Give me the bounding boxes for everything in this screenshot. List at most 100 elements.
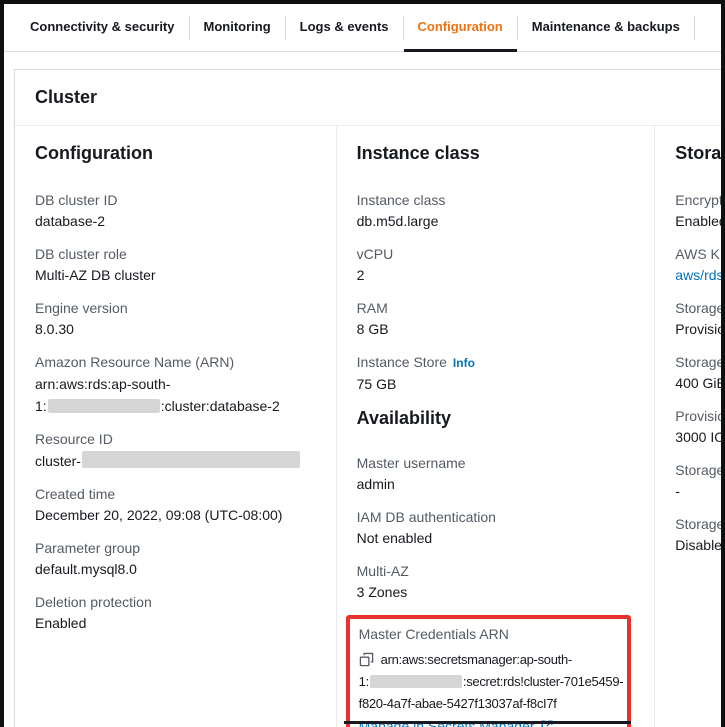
value-text: cluster- bbox=[35, 453, 81, 469]
field-label: Created time bbox=[35, 484, 316, 505]
field-label: Parameter group bbox=[35, 538, 316, 559]
field-value-line: 1: :cluster:database-2 bbox=[35, 395, 316, 417]
copy-icon[interactable] bbox=[359, 652, 374, 667]
value-text: :secret:rds!cluster-701e5459- bbox=[463, 674, 623, 689]
field-value: Multi-AZ DB cluster bbox=[35, 265, 316, 286]
field-label-text: Deletion protection bbox=[35, 594, 152, 610]
field-label: Resource ID bbox=[35, 429, 316, 450]
field-label-text: vCPU bbox=[357, 246, 394, 262]
cropped-divider-line bbox=[344, 721, 631, 724]
field-resource-id: Resource ID cluster- bbox=[35, 429, 316, 472]
field-amazon-resource-name: Amazon Resource Name (ARN)arn:aws:rds:ap… bbox=[35, 352, 316, 417]
field-value: Enabled bbox=[675, 211, 725, 232]
field-label: DB cluster role bbox=[35, 244, 316, 265]
column-storage: Storage Encryption Enabled AWS KMS key aws/r… bbox=[655, 126, 725, 727]
field-label: Multi-AZ bbox=[357, 561, 635, 582]
column-instance-class: Instance classInstance classdb.m5d.large… bbox=[337, 126, 656, 727]
field-value: Enabled bbox=[35, 613, 316, 634]
field-label: Engine version bbox=[35, 298, 316, 319]
field-label-text: Master Credentials ARN bbox=[359, 626, 509, 642]
field-value-line: f820-4a7f-abae-5427f13037af-f8cI7f bbox=[359, 693, 619, 715]
field-label-text: RAM bbox=[357, 300, 388, 316]
column-configuration: ConfigurationDB cluster IDdatabase-2DB c… bbox=[15, 126, 337, 727]
page-content: Cluster ConfigurationDB cluster IDdataba… bbox=[4, 52, 721, 727]
cluster-panel-header: Cluster bbox=[15, 70, 725, 126]
cluster-panel-body: ConfigurationDB cluster IDdatabase-2DB c… bbox=[15, 126, 725, 727]
field-value: admin bbox=[357, 474, 635, 495]
field-ram: RAM 8 GB bbox=[357, 298, 635, 340]
field-value: default.mysql8.0 bbox=[35, 559, 316, 580]
detail-tabs: Connectivity & securityMonitoringLogs & … bbox=[4, 4, 721, 52]
field-label-text: Parameter group bbox=[35, 540, 140, 556]
field-label: Encryption bbox=[675, 190, 725, 211]
field-iam-db-authentication: IAM DB authentication Not enabled bbox=[357, 507, 635, 549]
section-heading-availability: Availability bbox=[357, 407, 635, 429]
value-text: :cluster:database-2 bbox=[161, 398, 280, 414]
field-storage-throughput: Storage throughput - bbox=[675, 460, 725, 502]
field-label: Instance class bbox=[357, 190, 635, 211]
field-label: Storage autoscaling bbox=[675, 514, 725, 535]
tab-monitoring[interactable]: Monitoring bbox=[190, 4, 285, 52]
field-created-time: Created time December 20, 2022, 09:08 (UT… bbox=[35, 484, 316, 526]
rds-configuration-page: Connectivity & securityMonitoringLogs & … bbox=[0, 0, 725, 727]
redacted-value bbox=[82, 451, 300, 468]
field-value: Not enabled bbox=[357, 528, 635, 549]
field-parameter-group: Parameter group default.mysql8.0 bbox=[35, 538, 316, 580]
field-label-text: Storage throughput bbox=[675, 462, 725, 478]
field-storage: Storage400 GiB bbox=[675, 352, 725, 394]
redacted-value bbox=[48, 399, 160, 413]
info-link[interactable]: Info bbox=[453, 356, 475, 370]
value-text: arn:aws:secretsmanager:ap-south- bbox=[381, 652, 572, 667]
field-label-text: DB cluster role bbox=[35, 246, 127, 262]
field-value: 8 GB bbox=[357, 319, 635, 340]
field-multi-az: Multi-AZ3 Zones bbox=[357, 561, 635, 603]
configuration-heading: Configuration bbox=[35, 142, 316, 164]
field-label: RAM bbox=[357, 298, 635, 319]
field-label: AWS KMS key bbox=[675, 244, 725, 265]
value-text: f820-4a7f-abae-5427f13037af-f8cI7f bbox=[359, 696, 557, 711]
field-label: Amazon Resource Name (ARN) bbox=[35, 352, 316, 373]
field-master-username: Master username admin bbox=[357, 453, 635, 495]
value-text: 1: bbox=[35, 398, 47, 414]
field-instance-store: Instance StoreInfo75 GB bbox=[357, 352, 635, 395]
field-label-text: Resource ID bbox=[35, 431, 113, 447]
field-engine-version: Engine version 8.0.30 bbox=[35, 298, 316, 340]
field-label-text: Storage autoscaling bbox=[675, 516, 725, 532]
redacted-value bbox=[370, 675, 462, 688]
tab-configuration[interactable]: Configuration bbox=[404, 4, 517, 52]
panel-title: Cluster bbox=[35, 87, 725, 108]
field-label-text: Encryption bbox=[675, 192, 725, 208]
field-value-line: cluster- bbox=[35, 450, 316, 472]
field-label: DB cluster ID bbox=[35, 190, 316, 211]
tab-maintenance-backups[interactable]: Maintenance & backups bbox=[518, 4, 694, 52]
tab-separator bbox=[694, 16, 695, 40]
field-value: 3000 IOPS bbox=[675, 427, 725, 448]
tab-connectivity-security[interactable]: Connectivity & security bbox=[16, 4, 189, 52]
field-label-text: Master username bbox=[357, 455, 466, 471]
field-master-credentials-arn: Master Credentials ARN arn:aws:secretsman… bbox=[346, 615, 631, 727]
field-label: Storage bbox=[675, 352, 725, 373]
field-label: Master Credentials ARN bbox=[359, 624, 619, 645]
field-value: December 20, 2022, 09:08 (UTC-08:00) bbox=[35, 505, 316, 526]
field-value: db.m5d.large bbox=[357, 211, 635, 232]
field-instance-class: Instance classdb.m5d.large bbox=[357, 190, 635, 232]
field-value: 8.0.30 bbox=[35, 319, 316, 340]
field-label-text: IAM DB authentication bbox=[357, 509, 496, 525]
field-storage-type: Storage typeProvisioned IOPS (SSD) bbox=[675, 298, 725, 340]
instance-class-heading: Instance class bbox=[357, 142, 635, 164]
field-value-line: arn:aws:rds:ap-south- bbox=[35, 373, 316, 395]
field-value: Disabled bbox=[675, 535, 725, 556]
field-label-text: Engine version bbox=[35, 300, 128, 316]
field-label-text: AWS KMS key bbox=[675, 246, 725, 262]
field-db-cluster-role: DB cluster role Multi-AZ DB cluster bbox=[35, 244, 316, 286]
cluster-panel: Cluster Configuration DB cluster IDdataba… bbox=[14, 69, 725, 727]
field-label-text: DB cluster ID bbox=[35, 192, 117, 208]
tab-logs-events[interactable]: Logs & events bbox=[286, 4, 403, 52]
field-aws-kms-key: AWS KMS key aws/rds bbox=[675, 244, 725, 286]
field-label-text: Storage bbox=[675, 354, 724, 370]
field-value: - bbox=[675, 481, 725, 502]
field-label: vCPU bbox=[357, 244, 635, 265]
field-label-text: Created time bbox=[35, 486, 115, 502]
field-value[interactable]: aws/rds bbox=[675, 265, 725, 286]
field-db-cluster-id: DB cluster IDdatabase-2 bbox=[35, 190, 316, 232]
